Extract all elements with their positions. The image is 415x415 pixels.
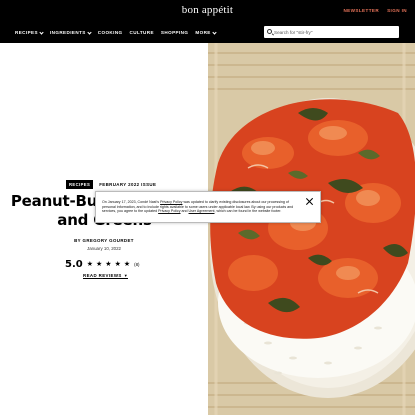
- banner-text-part: and: [180, 209, 189, 214]
- nav-item-ingredients[interactable]: INGREDIENTS: [49, 29, 92, 35]
- sign-in-link[interactable]: SIGN IN: [387, 8, 407, 13]
- star-icon: ★: [123, 261, 131, 268]
- search-icon[interactable]: [267, 29, 272, 34]
- read-reviews-link[interactable]: READ REVIEWS ▼: [83, 273, 129, 279]
- top-bar: bon appétit NEWSLETTER SIGN IN: [0, 0, 415, 22]
- close-icon[interactable]: [305, 197, 314, 206]
- chevron-down-icon: [87, 29, 92, 35]
- privacy-policy-link-2[interactable]: Privacy Policy: [158, 209, 180, 213]
- nav-item-label: SHOPPING: [160, 30, 189, 35]
- nav-item-cooking[interactable]: COOKING: [98, 30, 123, 35]
- nav-item-label: COOKING: [97, 30, 123, 35]
- privacy-banner-text: On January 17, 2023, Condé Nast’s Privac…: [102, 200, 302, 214]
- rating-value: 5.0: [65, 259, 83, 270]
- rating-stars: ★ ★ ★ ★ ★: [87, 261, 130, 268]
- star-icon: ★: [96, 261, 103, 268]
- banner-text-part: On January 17, 2023, Condé Nast’s: [102, 200, 161, 204]
- star-icon: ★: [105, 261, 112, 268]
- dish-photo: [208, 43, 415, 415]
- chevron-down-icon: [39, 29, 44, 35]
- star-icon: ★: [114, 261, 121, 268]
- nav-item-label: MORE: [195, 30, 211, 35]
- banner-text-part: , which can be found in the website foot…: [214, 209, 282, 214]
- article-tags: RECIPES FEBRUARY 2022 ISSUE: [66, 180, 156, 189]
- star-icon: ★: [86, 261, 93, 268]
- byline[interactable]: BY GREGORY GOURDET: [0, 238, 208, 243]
- issue-tag[interactable]: FEBRUARY 2022 ISSUE: [99, 182, 156, 187]
- nav-item-shopping[interactable]: SHOPPING: [161, 30, 188, 35]
- top-links: NEWSLETTER SIGN IN: [343, 8, 407, 13]
- nav-item-culture[interactable]: CULTURE: [130, 30, 154, 35]
- nav-item-more[interactable]: MORE: [195, 29, 217, 35]
- hero-image: [208, 43, 415, 415]
- read-reviews-label: READ REVIEWS: [83, 273, 122, 278]
- nav-item-label: CULTURE: [129, 30, 154, 35]
- caret-down-icon: ▼: [123, 273, 129, 278]
- nav-item-label: INGREDIENTS: [49, 30, 86, 35]
- privacy-policy-link[interactable]: Privacy Policy: [160, 200, 182, 204]
- privacy-banner: On January 17, 2023, Condé Nast’s Privac…: [95, 191, 321, 223]
- newsletter-link[interactable]: NEWSLETTER: [343, 8, 379, 13]
- rating: 5.0 ★ ★ ★ ★ ★ (8): [65, 259, 140, 270]
- nav-item-recipes[interactable]: RECIPES: [15, 29, 44, 35]
- category-tag[interactable]: RECIPES: [66, 180, 94, 189]
- nav-items: RECIPES INGREDIENTS COOKING CULTURE SHOP…: [15, 29, 217, 35]
- rating-count: (8): [134, 262, 140, 267]
- nav-item-label: RECIPES: [15, 30, 38, 35]
- user-agreement-link[interactable]: User Agreement: [189, 209, 215, 213]
- publish-date: January 10, 2022: [87, 246, 121, 251]
- search-box[interactable]: [264, 26, 399, 38]
- chevron-down-icon: [212, 29, 217, 35]
- search-input[interactable]: [274, 26, 394, 38]
